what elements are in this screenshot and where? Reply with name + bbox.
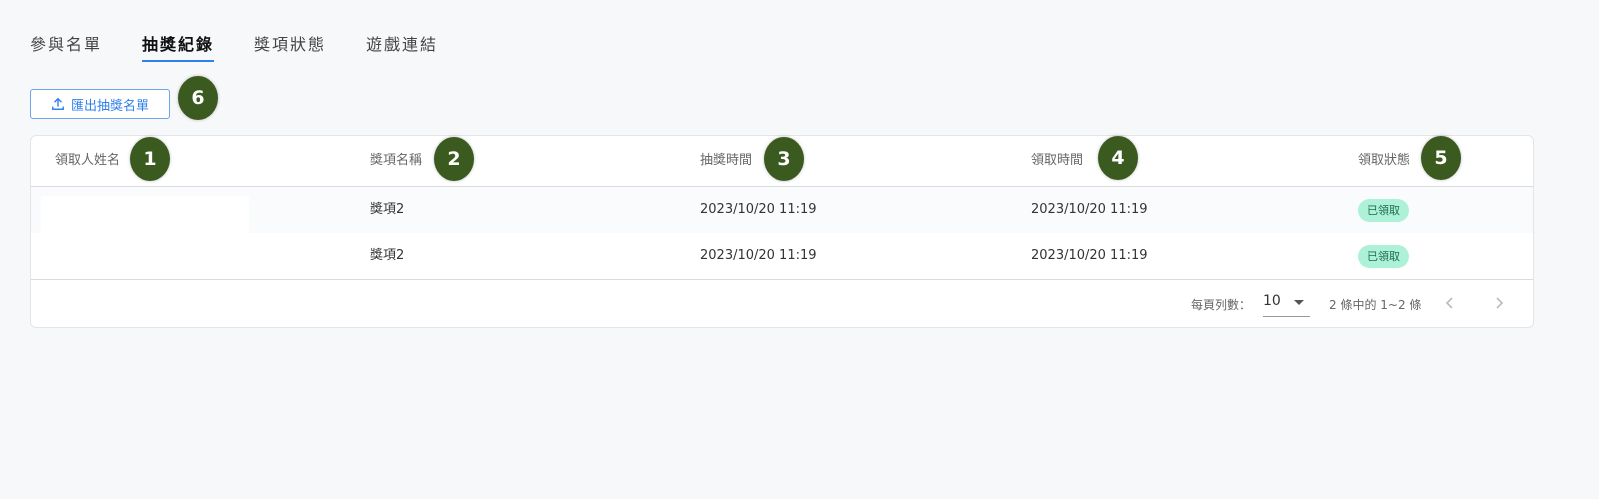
annotation-badge-5: 5 bbox=[1421, 136, 1461, 180]
tab-prize-status[interactable]: 獎項狀態 bbox=[254, 30, 326, 60]
chevron-right-icon bbox=[1496, 297, 1504, 309]
tab-draw-records[interactable]: 抽獎紀錄 bbox=[142, 30, 215, 62]
status-badge: 已領取 bbox=[1358, 199, 1409, 222]
annotation-badge-4: 4 bbox=[1098, 136, 1138, 180]
annotation-badge-6: 6 bbox=[178, 76, 218, 120]
claim-time-cell: 2023/10/20 11:19 bbox=[1031, 202, 1148, 217]
pagination-bar: 每頁列數： 10 2 條中的 1~2 條 bbox=[31, 280, 1533, 327]
rows-per-page-value: 10 bbox=[1263, 293, 1281, 309]
table-row[interactable]: 獎項2 2023/10/20 11:19 2023/10/20 11:19 已領… bbox=[31, 187, 1533, 233]
claim-time-cell: 2023/10/20 11:19 bbox=[1031, 248, 1148, 263]
annotation-badge-3: 3 bbox=[764, 137, 804, 181]
chevron-left-icon bbox=[1445, 297, 1453, 309]
tab-bar: 參與名單 抽獎紀錄 獎項狀態 遊戲連結 bbox=[30, 30, 478, 62]
export-winners-button[interactable]: 匯出抽獎名單 bbox=[30, 89, 170, 119]
previous-page-button[interactable] bbox=[1435, 288, 1465, 318]
column-header-claimant-name[interactable]: 領取人姓名 bbox=[55, 136, 120, 186]
tab-game-link[interactable]: 遊戲連結 bbox=[366, 30, 438, 60]
annotation-badge-1: 1 bbox=[130, 137, 170, 181]
column-header-claim-time[interactable]: 領取時間 bbox=[1031, 136, 1083, 186]
rows-per-page-select[interactable]: 10 bbox=[1263, 288, 1310, 317]
annotation-badge-2: 2 bbox=[434, 137, 474, 181]
status-badge: 已領取 bbox=[1358, 245, 1409, 268]
pagination-range-text: 2 條中的 1~2 條 bbox=[1329, 298, 1422, 312]
prize-name-cell: 獎項2 bbox=[370, 248, 405, 263]
draw-time-cell: 2023/10/20 11:19 bbox=[700, 248, 817, 263]
upload-icon bbox=[52, 97, 64, 110]
export-button-label: 匯出抽獎名單 bbox=[70, 98, 149, 114]
claimant-name-cell bbox=[41, 196, 249, 233]
rows-per-page-label: 每頁列數： bbox=[1191, 298, 1252, 312]
column-header-claim-status[interactable]: 領取狀態 bbox=[1358, 136, 1410, 186]
column-header-prize-name[interactable]: 獎項名稱 bbox=[370, 136, 422, 186]
draw-time-cell: 2023/10/20 11:19 bbox=[700, 202, 817, 217]
table-row[interactable]: 獎項2 2023/10/20 11:19 2023/10/20 11:19 已領… bbox=[31, 233, 1533, 280]
tab-participants[interactable]: 參與名單 bbox=[30, 30, 102, 60]
caret-down-icon bbox=[1294, 300, 1304, 305]
next-page-button[interactable] bbox=[1484, 288, 1514, 318]
column-header-draw-time[interactable]: 抽獎時間 bbox=[700, 136, 752, 186]
prize-name-cell: 獎項2 bbox=[370, 202, 405, 217]
